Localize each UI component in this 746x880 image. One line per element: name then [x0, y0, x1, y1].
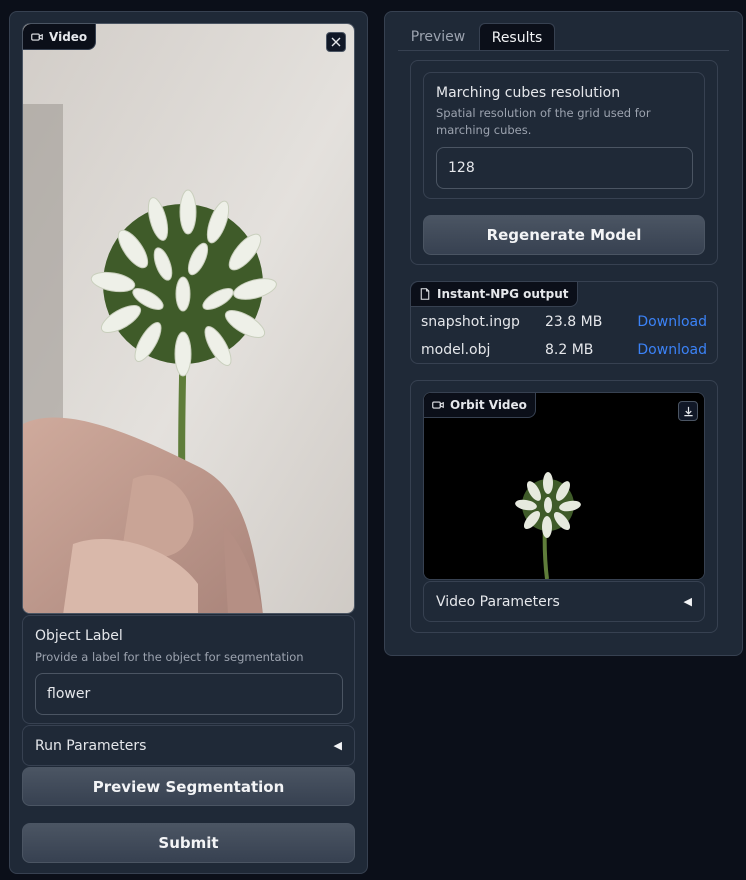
video-frame: [23, 24, 354, 613]
file-name: snapshot.ingp: [421, 314, 520, 330]
video-parameters-accordion[interactable]: Video Parameters ◀: [423, 581, 705, 622]
right-panel: Preview Results Marching cubes resolutio…: [384, 11, 743, 656]
orbit-video-player[interactable]: Orbit Video: [423, 392, 705, 580]
file-row: snapshot.ingp 23.8 MB Download: [421, 309, 707, 337]
download-link[interactable]: Download: [637, 342, 707, 358]
file-name: model.obj: [421, 342, 491, 358]
file-output-block: Instant-NPG output snapshot.ingp 23.8 MB…: [410, 281, 718, 364]
marching-cubes-block: Marching cubes resolution Spatial resolu…: [423, 72, 705, 199]
file-size: 23.8 MB: [545, 314, 603, 330]
close-icon: [331, 37, 341, 47]
marching-cubes-info: Spatial resolution of the grid used for …: [436, 106, 651, 137]
marching-cubes-input[interactable]: 128: [436, 147, 693, 189]
file-output-label: Instant-NPG output: [437, 287, 569, 301]
file-row: model.obj 8.2 MB Download: [421, 337, 707, 365]
file-icon: [420, 288, 430, 300]
collapse-triangle-icon: ◀: [333, 739, 342, 752]
regenerate-model-button[interactable]: Regenerate Model: [423, 215, 705, 255]
download-link[interactable]: Download: [637, 314, 707, 330]
marching-cubes-title: Marching cubes resolution: [436, 85, 621, 101]
object-label-block: Object Label Provide a label for the obj…: [22, 615, 355, 724]
download-video-button[interactable]: [678, 401, 698, 421]
run-parameters-label: Run Parameters: [35, 737, 147, 754]
orbit-video-frame: [424, 393, 704, 579]
video-camera-icon: [432, 401, 444, 409]
marching-cubes-section: Marching cubes resolution Spatial resolu…: [410, 60, 718, 265]
object-label-info: Provide a label for the object for segme…: [35, 650, 304, 664]
object-label-title: Object Label: [35, 628, 123, 644]
download-icon: [683, 406, 693, 416]
video-label: Video: [49, 29, 88, 44]
orbit-video-label-chip: Orbit Video: [424, 393, 536, 418]
object-label-input[interactable]: flower: [35, 673, 343, 715]
video-label-chip: Video: [23, 24, 97, 50]
orbit-video-section: Orbit Video Video Parameters ◀: [410, 380, 718, 633]
file-size: 8.2 MB: [545, 342, 594, 358]
video-parameters-label: Video Parameters: [436, 593, 560, 610]
submit-button[interactable]: Submit: [22, 823, 355, 863]
orbit-video-label: Orbit Video: [450, 398, 527, 412]
file-output-label-chip: Instant-NPG output: [411, 282, 578, 307]
video-camera-icon: [31, 32, 43, 41]
preview-segmentation-button[interactable]: Preview Segmentation: [22, 767, 355, 806]
run-parameters-accordion[interactable]: Run Parameters ◀: [22, 725, 355, 766]
tab-results[interactable]: Results: [479, 23, 555, 51]
tab-preview[interactable]: Preview: [398, 23, 478, 51]
collapse-triangle-icon: ◀: [683, 595, 692, 608]
close-video-button[interactable]: [326, 32, 346, 52]
video-input[interactable]: Video: [22, 23, 355, 614]
tab-divider: [398, 50, 729, 51]
left-panel: Video Object Label Provide a label for t…: [9, 11, 368, 874]
